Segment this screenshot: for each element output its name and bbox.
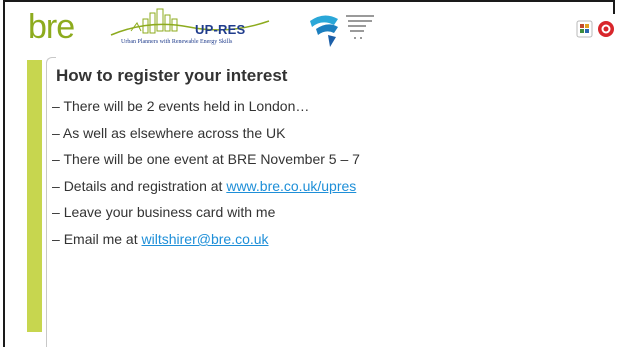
bullet-item: – There will be 2 events held in London… xyxy=(52,96,360,123)
chp-logo-icon xyxy=(576,20,593,38)
bullet-item: – Details and registration at www.bre.co… xyxy=(52,176,360,203)
bullet-dash: – xyxy=(52,98,64,114)
accent-bar xyxy=(27,60,42,332)
bullet-dash: – xyxy=(52,177,64,194)
bullet-item: – Leave your business card with me xyxy=(52,202,360,229)
bullet-text: As well as elsewhere across the UK xyxy=(62,124,286,141)
bullet-dash: – xyxy=(52,151,64,168)
bullet-dash: – xyxy=(52,204,64,221)
slide: bre UP-RES Urban Planners with Renewable… xyxy=(0,0,620,347)
bullet-item: – Email me at wiltshirer@bre.co.uk xyxy=(52,229,360,256)
email-link[interactable]: wiltshirer@bre.co.uk xyxy=(142,231,269,247)
bullet-text: There will be one event at BRE November … xyxy=(63,151,360,168)
bullet-item: – There will be one event at BRE Novembe… xyxy=(52,149,360,176)
bullet-dash: – xyxy=(52,230,64,247)
bullet-text: Leave your business card with me xyxy=(63,204,276,221)
bullet-text: There will be 2 events held in London… xyxy=(63,98,310,114)
slide-title: How to register your interest xyxy=(56,66,288,85)
bre-logo: bre xyxy=(28,8,75,46)
upres-subtitle: Urban Planners with Renewable Energy Ski… xyxy=(121,39,233,45)
partner-logos xyxy=(576,20,614,38)
bullet-item: – As well as elsewhere across the UK xyxy=(52,123,360,150)
upres-title: UP-RES xyxy=(195,22,246,37)
bullet-dash: – xyxy=(52,124,63,141)
bullet-text: Details and registration at xyxy=(63,177,227,194)
frame-right-border xyxy=(613,0,615,14)
frame-left-border xyxy=(3,0,5,347)
intelligent-energy-europe-logo-icon xyxy=(310,15,374,47)
slide-header: bre UP-RES Urban Planners with Renewable… xyxy=(5,2,614,52)
upres-logo: UP-RES Urban Planners with Renewable Ene… xyxy=(109,5,275,49)
bullet-list: – There will be 2 events held in London…… xyxy=(52,96,360,256)
red-seal-logo-icon xyxy=(598,21,614,37)
registration-link[interactable]: www.bre.co.uk/upres xyxy=(226,178,356,194)
bullet-text: Email me at xyxy=(63,230,142,247)
